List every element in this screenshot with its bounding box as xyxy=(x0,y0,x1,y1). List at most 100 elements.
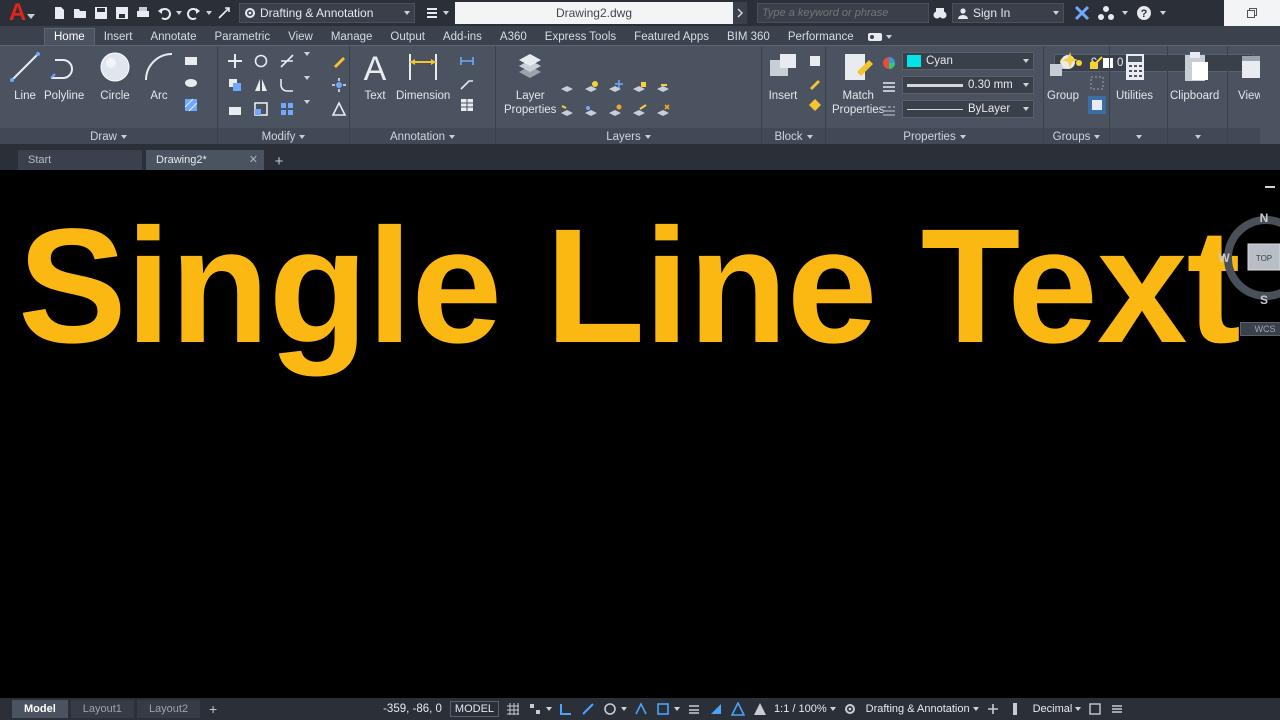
search-input[interactable] xyxy=(757,3,929,23)
edit-block-icon[interactable] xyxy=(806,74,824,92)
chevron-down-icon[interactable] xyxy=(972,707,979,711)
transparency-icon[interactable] xyxy=(708,701,724,717)
minimize-viewport-icon[interactable] xyxy=(1265,186,1275,188)
chevron-down-icon[interactable] xyxy=(1160,11,1166,15)
explode-icon[interactable] xyxy=(330,76,348,94)
rotate-icon[interactable] xyxy=(252,52,270,70)
group-edit-icon[interactable] xyxy=(1088,74,1106,92)
modify-panel-footer[interactable]: Modify xyxy=(218,128,349,145)
hatch-icon[interactable] xyxy=(182,96,200,114)
annotation-panel-footer[interactable]: Annotation xyxy=(350,128,495,145)
connect-icon[interactable] xyxy=(1098,5,1114,21)
tab-insert[interactable]: Insert xyxy=(95,28,142,45)
chevron-down-icon[interactable] xyxy=(1122,11,1128,15)
view-panel-footer[interactable] xyxy=(1228,128,1260,145)
workspace-switch[interactable]: Drafting & Annotation xyxy=(866,703,970,715)
annotation-scale-readout[interactable]: 1:1 / 100% xyxy=(774,703,827,715)
redo-dropdown-icon[interactable] xyxy=(206,11,212,15)
utilities-panel-footer[interactable] xyxy=(1110,128,1167,145)
coordinate-readout[interactable]: -359, -86, 0 xyxy=(383,703,442,715)
block-attribute-icon[interactable] xyxy=(806,96,824,114)
file-tab-start[interactable]: Start xyxy=(18,150,142,170)
annotation-scale-icon[interactable] xyxy=(752,701,768,717)
chevron-down-icon[interactable] xyxy=(304,100,310,104)
insert-block-tool[interactable]: Insert xyxy=(766,50,800,103)
polyline-tool[interactable]: Polyline xyxy=(44,50,84,103)
group-tool[interactable]: Group xyxy=(1046,50,1080,103)
help-icon[interactable]: ? xyxy=(1136,5,1152,21)
color-wheel-icon[interactable] xyxy=(880,54,898,72)
units-readout[interactable]: Decimal xyxy=(1033,703,1073,715)
tab-view[interactable]: View xyxy=(279,28,322,45)
binoculars-icon[interactable] xyxy=(932,5,948,21)
line-tool[interactable]: Line xyxy=(8,50,42,103)
workspace-gear-icon[interactable] xyxy=(842,701,858,717)
dynamic-ucs-icon[interactable] xyxy=(655,701,671,717)
group-select-icon[interactable] xyxy=(1088,96,1106,114)
layout-tab-model[interactable]: Model xyxy=(12,700,68,718)
chevron-down-icon[interactable] xyxy=(621,707,628,711)
layer-walk-icon[interactable] xyxy=(582,102,600,120)
move-icon[interactable] xyxy=(226,52,244,70)
add-layout-button[interactable]: + xyxy=(203,700,223,718)
block-panel-footer[interactable]: Block xyxy=(762,128,825,145)
ribbon-minimize-button[interactable] xyxy=(867,28,892,45)
ortho-icon[interactable] xyxy=(558,701,574,717)
trim-icon[interactable] xyxy=(278,52,296,70)
new-tab-button[interactable]: + xyxy=(268,152,290,170)
undo-icon[interactable] xyxy=(155,5,173,21)
customize-qat-button[interactable] xyxy=(421,3,443,23)
chevron-down-icon[interactable] xyxy=(443,11,449,15)
sign-in-button[interactable]: Sign In xyxy=(952,3,1064,23)
file-tab-drawing2[interactable]: Drawing2* ✕ xyxy=(146,150,264,170)
copy-icon[interactable] xyxy=(226,76,244,94)
redo-icon[interactable] xyxy=(185,5,203,21)
draw-panel-footer[interactable]: Draw xyxy=(0,128,217,145)
layer-current-icon[interactable] xyxy=(558,102,576,120)
layer-delete-icon[interactable] xyxy=(654,102,672,120)
annotation-visibility-icon[interactable] xyxy=(730,701,746,717)
array-icon[interactable] xyxy=(278,100,296,118)
linetype-icon[interactable] xyxy=(880,102,898,120)
layer-off-icon[interactable] xyxy=(558,78,576,96)
lineweight-display-icon[interactable] xyxy=(686,701,702,717)
close-icon[interactable]: ✕ xyxy=(249,153,258,166)
ellipse-icon[interactable] xyxy=(182,74,200,92)
ucs-menu[interactable]: WCS xyxy=(1240,322,1280,336)
layer-isolate-icon[interactable] xyxy=(582,78,600,96)
linear-dimension-icon[interactable] xyxy=(458,52,476,70)
tab-add-ins[interactable]: Add-ins xyxy=(434,28,491,45)
color-dropdown[interactable]: Cyan xyxy=(902,52,1034,70)
clipboard-panel-footer[interactable] xyxy=(1168,128,1227,145)
linetype-dropdown[interactable]: ByLayer xyxy=(902,100,1034,118)
tab-parametric[interactable]: Parametric xyxy=(206,28,280,45)
osnap-icon[interactable] xyxy=(602,701,618,717)
grid-icon[interactable] xyxy=(505,701,521,717)
chevron-down-icon[interactable] xyxy=(304,52,310,56)
table-icon[interactable] xyxy=(458,96,476,114)
mirror-icon[interactable] xyxy=(252,76,270,94)
save-as-icon[interactable] xyxy=(113,5,131,21)
compass-north[interactable]: N xyxy=(1260,211,1269,225)
layer-properties-tool[interactable]: Layer Properties xyxy=(504,50,556,117)
tab-annotate[interactable]: Annotate xyxy=(141,28,205,45)
share-icon[interactable] xyxy=(215,5,233,21)
object-snap-tracking-icon[interactable] xyxy=(633,701,649,717)
properties-icon[interactable] xyxy=(1087,701,1103,717)
model-space-toggle[interactable]: MODEL xyxy=(449,701,500,717)
chevron-down-icon[interactable] xyxy=(304,76,310,80)
circle-tool[interactable]: Circle xyxy=(98,50,132,103)
layer-match-icon[interactable] xyxy=(654,78,672,96)
customize-icon[interactable] xyxy=(1109,701,1125,717)
layer-freeze-icon[interactable] xyxy=(606,78,624,96)
tab-bim-360[interactable]: BIM 360 xyxy=(718,28,779,45)
chevron-right-icon[interactable] xyxy=(733,2,747,24)
chevron-down-icon[interactable] xyxy=(829,707,836,711)
stretch-icon[interactable] xyxy=(226,100,244,118)
snap-icon[interactable] xyxy=(527,701,543,717)
tab-express-tools[interactable]: Express Tools xyxy=(536,28,625,45)
leader-icon[interactable] xyxy=(458,74,476,92)
fillet-icon[interactable] xyxy=(278,76,296,94)
isolate-objects-icon[interactable] xyxy=(1007,701,1023,717)
rectangle-icon[interactable] xyxy=(182,52,200,70)
